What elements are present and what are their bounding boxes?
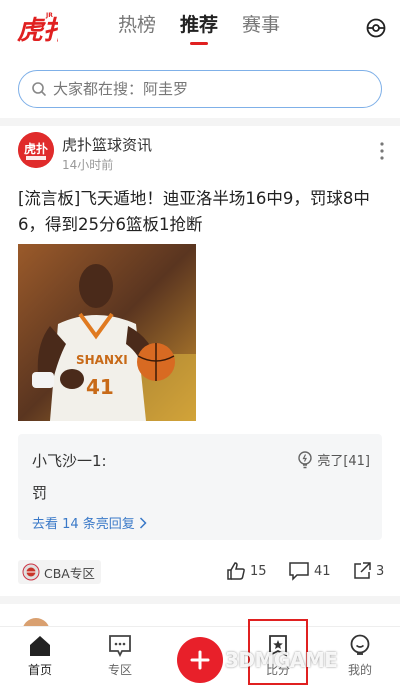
nav-profile[interactable]: 我的	[330, 633, 390, 678]
top-tabs: 热榜 推荐 赛事	[118, 10, 280, 45]
nav-zone-label: 专区	[107, 663, 132, 677]
bottom-navigation: 首页 专区 比分 我的	[0, 619, 400, 686]
zone-tag-label: CBA专区	[44, 565, 95, 581]
comment-light-count[interactable]: 亮了[41]	[297, 450, 370, 469]
search-bar[interactable]	[18, 70, 382, 108]
svg-text:虎扑: 虎扑	[17, 16, 58, 46]
search-input[interactable]	[53, 80, 353, 98]
svg-text:JR: JR	[45, 12, 53, 19]
view-more-replies-label: 去看 14 条亮回复	[32, 517, 135, 532]
watermark-text: 3DMGAME	[225, 648, 338, 672]
nav-home-label: 首页	[27, 663, 52, 677]
comment-icon	[289, 562, 309, 581]
lightbulb-icon	[298, 450, 313, 468]
svg-text:SHANXI: SHANXI	[76, 353, 128, 367]
top-header: 虎扑 JR 热榜 推荐 赛事	[0, 0, 400, 58]
thumbs-up-icon	[227, 562, 245, 580]
zone-tag[interactable]: CBA专区	[18, 560, 101, 584]
nav-zone[interactable]: 专区	[90, 633, 150, 678]
comment-light-label: 亮了[41]	[317, 454, 370, 469]
search-icon	[32, 82, 46, 96]
cba-logo-icon	[22, 563, 40, 581]
post-source-name[interactable]: 虎扑篮球资讯	[62, 134, 152, 155]
tab-recommend[interactable]: 推荐	[180, 10, 218, 45]
share-button[interactable]: 3	[352, 561, 384, 581]
view-more-replies-link[interactable]: 去看 14 条亮回复	[32, 513, 147, 532]
profile-icon	[350, 634, 370, 655]
source-avatar[interactable]: 虎扑	[18, 132, 54, 168]
share-icon	[354, 562, 371, 579]
create-post-button[interactable]	[177, 637, 223, 683]
comment-count: 41	[314, 563, 331, 579]
tab-hot[interactable]: 热榜	[118, 10, 156, 45]
plus-icon	[190, 650, 210, 670]
like-count: 15	[250, 563, 267, 579]
post-title[interactable]: [流言板]飞天遁地！迪亚洛半场16中9，罚球8中6，得到25分6篮板1抢断	[18, 186, 382, 238]
share-count: 3	[376, 563, 385, 579]
nav-profile-label: 我的	[347, 663, 372, 677]
more-options-icon[interactable]	[380, 142, 384, 160]
svg-text:41: 41	[86, 375, 114, 399]
section-divider	[0, 118, 400, 126]
hot-comment-box[interactable]: 小飞沙一1: 亮了[41] 罚 去看 14 条亮回复	[18, 434, 382, 540]
chevron-right-icon	[139, 516, 147, 529]
home-icon	[30, 636, 50, 656]
app-root: 虎扑 JR 热榜 推荐 赛事 虎扑 虎扑篮球资讯 14小时前	[0, 0, 400, 686]
zone-icon	[109, 635, 131, 658]
comment-button[interactable]: 41	[288, 561, 331, 581]
pokeball-icon[interactable]	[366, 18, 386, 38]
post-timestamp: 14小时前	[62, 158, 114, 172]
nav-home[interactable]: 首页	[10, 633, 70, 678]
hupu-logo: 虎扑 JR	[17, 12, 58, 46]
svg-text:虎扑: 虎扑	[24, 141, 48, 156]
like-button[interactable]: 15	[226, 561, 267, 581]
tab-events[interactable]: 赛事	[242, 10, 280, 45]
comment-text: 罚	[32, 484, 48, 502]
comment-username[interactable]: 小飞沙一1:	[32, 450, 107, 471]
section-divider	[0, 596, 400, 604]
post-image[interactable]: SHANXI 41	[18, 244, 196, 421]
